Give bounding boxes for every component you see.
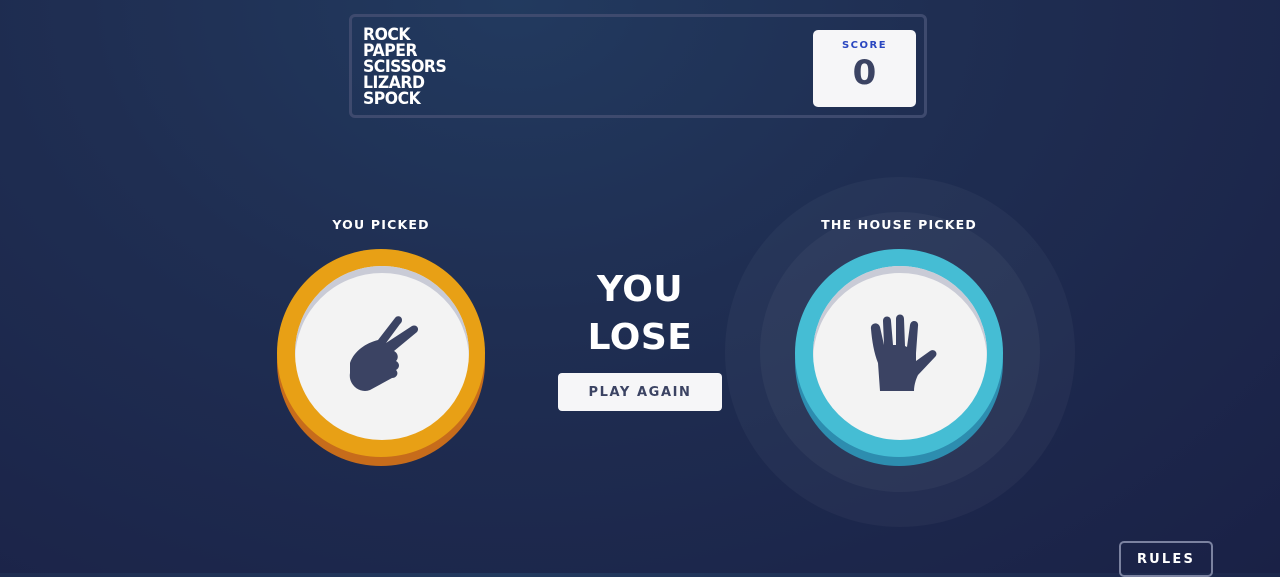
play-again-button[interactable]: PLAY AGAIN — [558, 373, 722, 411]
header: ROCK PAPER SCISSORS LIZARD SPOCK SCORE 0 — [349, 14, 927, 118]
result-text: YOU LOSE — [580, 266, 700, 362]
result-line-2: LOSE — [587, 317, 693, 358]
result-line-1: YOU — [596, 269, 684, 310]
token-face — [295, 266, 469, 440]
house-token-spock — [795, 249, 1003, 457]
rules-button[interactable]: RULES — [1119, 541, 1213, 577]
game-title: ROCK PAPER SCISSORS LIZARD SPOCK — [363, 27, 454, 109]
token-face — [813, 266, 987, 440]
score-box: SCORE 0 — [813, 30, 916, 107]
player-token-scissors — [277, 249, 485, 457]
title-line: SPOCK — [363, 89, 421, 109]
scissors-icon — [349, 316, 419, 391]
player-pick-label: YOU PICKED — [332, 217, 430, 232]
spock-icon — [870, 314, 937, 391]
score-label: SCORE — [841, 40, 888, 51]
score-value: 0 — [852, 53, 877, 93]
